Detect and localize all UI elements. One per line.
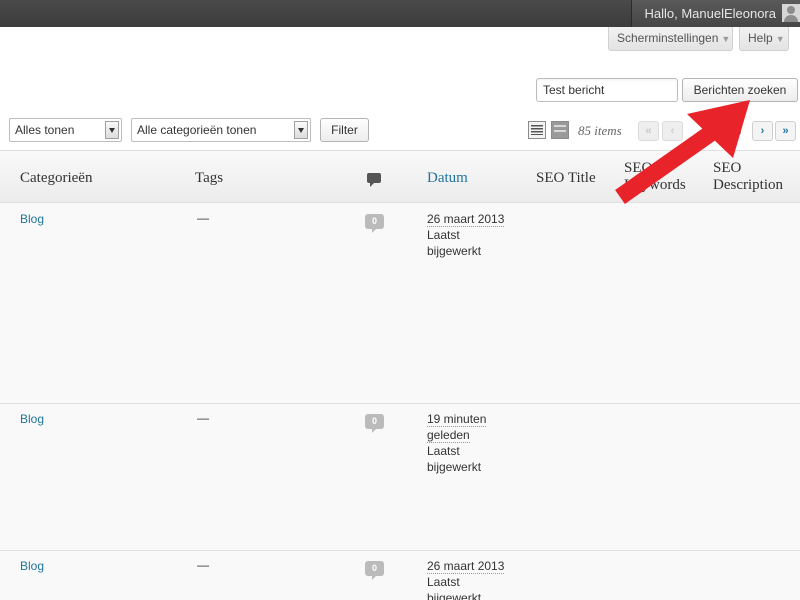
dropdown-arrow-icon: [105, 121, 119, 139]
posts-table: Categorieën Tags Datum SEO Title SEO Key…: [0, 150, 800, 600]
comment-count-bubble[interactable]: 0: [365, 561, 384, 580]
date-cell: 19 minuten geleden Laatst bijgewerkt: [427, 411, 497, 475]
column-header-tags: Tags: [195, 170, 224, 186]
next-page-button[interactable]: ›: [752, 121, 773, 141]
date-value: 19 minuten geleden: [427, 412, 487, 443]
screen-options-label: Scherminstellingen: [617, 31, 719, 45]
table-row: Blog — 0 26 maart 2013 Laatst bijgewerkt: [0, 204, 800, 404]
column-header-seo-description: SEO Description: [713, 160, 783, 193]
date-cell: 26 maart 2013 Laatst bijgewerkt: [427, 558, 517, 600]
category-link[interactable]: Blog: [20, 559, 44, 573]
column-header-seo-title: SEO Title: [536, 170, 596, 186]
comment-count-bubble[interactable]: 0: [365, 214, 384, 233]
category-filter-select[interactable]: Alle categorieën tonen: [131, 118, 311, 142]
help-label: Help: [748, 31, 773, 45]
list-view-icon[interactable]: [528, 121, 546, 139]
search-input[interactable]: [536, 78, 678, 102]
column-header-categories: Categorieën: [20, 170, 93, 186]
chevron-down-icon: ▼: [775, 34, 785, 44]
page-of-label: van 5: [712, 124, 742, 138]
date-status: Laatst bijgewerkt: [427, 575, 482, 600]
excerpt-view-icon[interactable]: [551, 121, 569, 139]
dates-filter-value: Alles tonen: [15, 123, 75, 137]
table-row: Blog — 0 19 minuten geleden Laatst bijge…: [0, 404, 800, 551]
tags-cell: —: [197, 211, 209, 225]
comment-count-bubble[interactable]: 0: [365, 414, 384, 433]
search-posts-button[interactable]: Berichten zoeken: [682, 78, 798, 102]
account-menu[interactable]: Hallo, ManuelEleonora: [631, 0, 800, 27]
chevron-down-icon: ▼: [721, 34, 731, 44]
date-status: Laatst bijgewerkt: [427, 228, 482, 258]
tags-cell: —: [197, 558, 209, 572]
dates-filter-select[interactable]: Alles tonen: [9, 118, 122, 142]
date-value: 26 maart 2013: [427, 559, 505, 574]
first-page-button[interactable]: «: [638, 121, 659, 141]
last-page-button[interactable]: »: [775, 121, 796, 141]
date-cell: 26 maart 2013 Laatst bijgewerkt: [427, 211, 517, 259]
tags-cell: —: [197, 411, 209, 425]
category-filter-value: Alle categorieën tonen: [137, 123, 257, 137]
admin-bar: Hallo, ManuelEleonora: [0, 0, 800, 27]
table-header: Categorieën Tags Datum SEO Title SEO Key…: [0, 151, 800, 203]
date-value: 26 maart 2013: [427, 212, 505, 227]
items-count: 85 items: [578, 123, 622, 138]
previous-page-button[interactable]: ‹: [662, 121, 683, 141]
table-row: Blog — 0 26 maart 2013 Laatst bijgewerkt: [0, 551, 800, 600]
greeting-text: Hallo, ManuelEleonora: [644, 6, 776, 21]
filter-button[interactable]: Filter: [320, 118, 369, 142]
column-header-date[interactable]: Datum: [427, 170, 468, 187]
dropdown-arrow-icon: [294, 121, 308, 139]
comments-icon: [367, 173, 381, 187]
column-header-seo-keywords: SEO Keywords: [624, 160, 686, 193]
date-status: Laatst bijgewerkt: [427, 444, 482, 474]
category-link[interactable]: Blog: [20, 412, 44, 426]
help-tab[interactable]: Help ▼: [739, 27, 789, 51]
avatar-icon: [782, 4, 800, 22]
category-link[interactable]: Blog: [20, 212, 44, 226]
screen-options-tab[interactable]: Scherminstellingen ▼: [608, 27, 733, 51]
